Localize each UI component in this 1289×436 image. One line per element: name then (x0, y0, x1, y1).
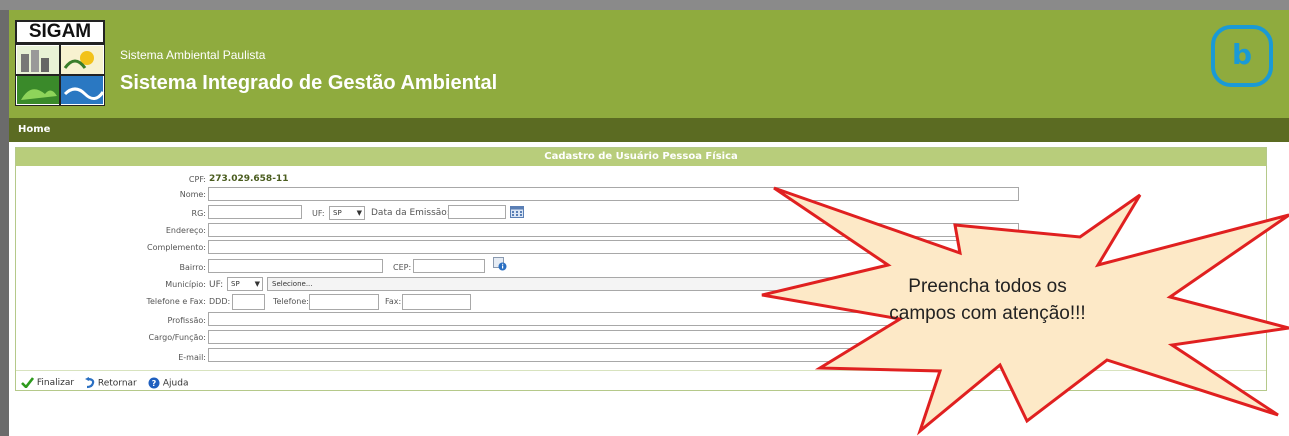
telefone-field[interactable] (309, 294, 379, 310)
data-emissao-field[interactable] (448, 205, 506, 219)
left-border (0, 10, 9, 436)
ddd-field[interactable] (232, 294, 265, 310)
finalizar-button[interactable]: Finalizar (21, 377, 75, 389)
bairro-label: Bairro: (179, 263, 206, 272)
ajuda-label: Ajuda (162, 378, 189, 389)
rg-uf-label: UF: (312, 209, 325, 218)
top-nav: Home (9, 118, 1289, 142)
rg-label: RG: (191, 209, 206, 218)
retornar-button[interactable]: Retornar (85, 377, 137, 389)
cargo-label: Cargo/Função: (148, 333, 207, 342)
logo-emblem-icon (15, 44, 105, 106)
rg-uf-select[interactable]: SP ▼ (329, 206, 365, 220)
form-heading: Cadastro de Usuário Pessoa Física (16, 148, 1266, 166)
municipio-uf-value: SP (231, 280, 240, 288)
checkmark-icon (21, 377, 35, 389)
help-icon: ? (148, 377, 160, 389)
endereco-label: Endereço: (165, 226, 206, 235)
cep-field[interactable] (413, 259, 485, 273)
retornar-label: Retornar (97, 378, 137, 389)
email-label: E-mail: (178, 353, 206, 362)
sigam-logo[interactable]: SIGAM (15, 20, 105, 106)
municipio-label: Município: (165, 280, 206, 289)
finalizar-label: Finalizar (36, 378, 75, 388)
ajuda-button[interactable]: ? Ajuda (148, 377, 188, 389)
cpf-value: 273.029.658-11 (209, 174, 289, 184)
callout-line-2: campos com atenção!!! (889, 303, 1086, 324)
site-header (9, 10, 1289, 118)
header-title: Sistema Integrado de Gestão Ambiental (120, 72, 498, 94)
chevron-down-icon: ▼ (254, 280, 260, 288)
municipio-uf-label: UF: (209, 280, 224, 290)
ddd-label: DDD: (209, 297, 231, 306)
return-arrow-icon (85, 377, 95, 389)
profissao-label: Profissão: (167, 316, 206, 325)
cep-label: CEP: (393, 263, 412, 272)
cpf-label: CPF: (188, 175, 206, 184)
municipio-select-value: Selecione... (272, 280, 313, 288)
fax-label: Fax: (385, 297, 402, 306)
rg-field[interactable] (208, 205, 302, 219)
data-emissao-label: Data da Emissão: (371, 208, 450, 218)
fax-field[interactable] (402, 294, 471, 310)
municipio-uf-select[interactable]: SP ▼ (227, 277, 263, 291)
logo-text: SIGAM (15, 20, 105, 44)
telefone-label: Telefone: (273, 297, 309, 306)
svg-text:?: ? (152, 379, 157, 388)
bairro-field[interactable] (208, 259, 383, 273)
nav-home-link[interactable]: Home (18, 124, 50, 135)
calendar-icon[interactable] (510, 205, 524, 218)
cep-info-icon[interactable] (493, 257, 507, 271)
top-border (0, 0, 1289, 10)
telefone-fax-label: Telefone e Fax: (146, 297, 206, 306)
nome-label: Nome: (179, 190, 206, 199)
callout-line-1: Preencha todos os (908, 276, 1067, 297)
chevron-down-icon: ▼ (356, 209, 362, 217)
b-badge-icon[interactable]: b (1211, 25, 1273, 87)
complemento-label: Complemento: (146, 243, 206, 252)
callout-message: Preencha todos os campos com atenção!!! (870, 273, 1105, 327)
rg-uf-value: SP (333, 209, 342, 217)
header-subtitle: Sistema Ambiental Paulista (120, 48, 266, 62)
